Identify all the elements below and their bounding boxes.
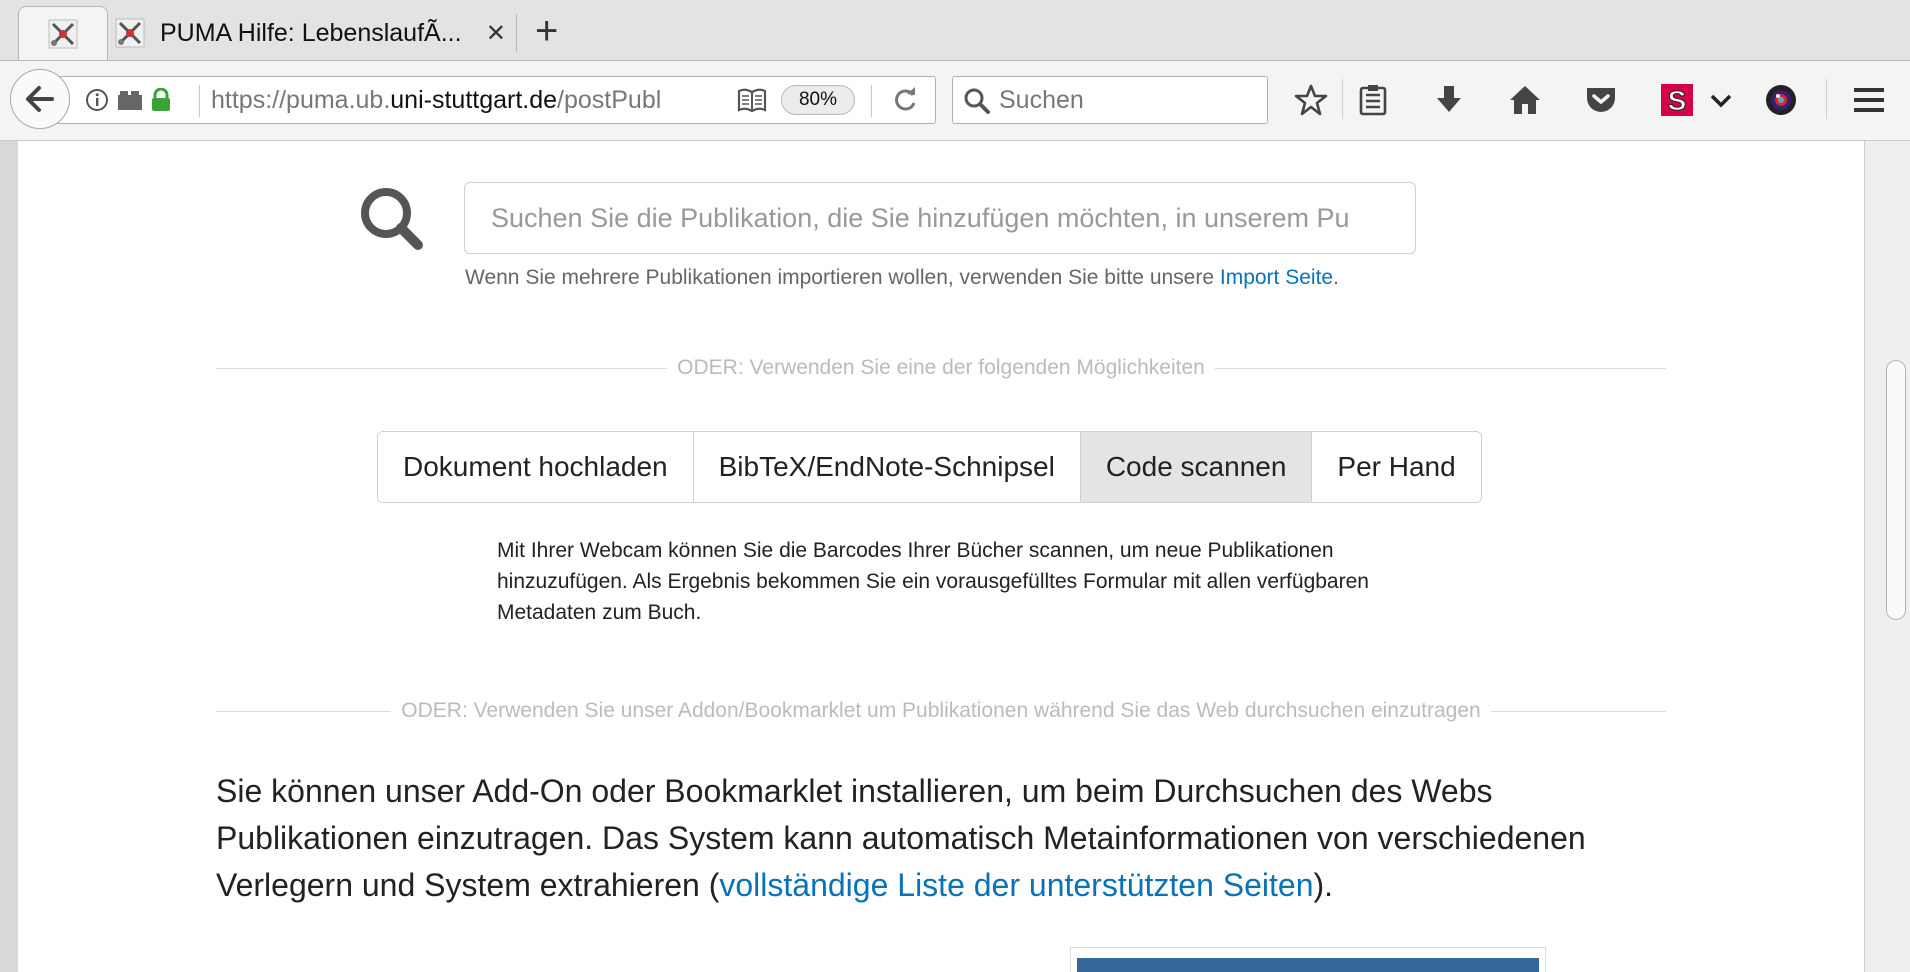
supported-sites-link[interactable]: vollständige Liste der unterstützten Sei… [719,867,1313,903]
zoom-level-button[interactable]: 80% [781,85,855,115]
svg-text:S: S [1668,85,1687,116]
url-separator-2 [871,85,872,117]
close-tab-icon[interactable]: ✕ [486,19,506,48]
import-hint: Wenn Sie mehrere Publikationen importier… [465,266,1339,290]
search-icon [964,88,990,114]
search-placeholder: Suchen [999,86,1084,114]
preview-header-bar [1077,958,1539,972]
bibtex-snippet-button[interactable]: BibTeX/EndNote-Schnipsel [693,432,1081,502]
tab-title: PUMA Hilfe: LebenslaufÃ... [160,18,462,47]
divider-addon-label: ODER: Verwenden Sie unser Addon/Bookmark… [391,699,1491,723]
url-separator [199,85,200,117]
page-left-gutter [0,141,18,972]
addon-paragraph: Sie können unser Add-On oder Bookmarklet… [216,768,1686,909]
storage-icon[interactable] [117,89,143,111]
back-arrow-icon [26,86,54,112]
reader-view-icon[interactable] [737,87,767,113]
url-prefix: https://puma.ub. [211,86,391,114]
addon-text-end: ). [1313,867,1334,903]
divider-options: ODER: Verwenden Sie eine der folgenden M… [216,356,1666,380]
upload-document-button[interactable]: Dokument hochladen [378,432,694,502]
reload-icon[interactable] [891,86,919,114]
navigation-toolbar: https://puma.ub.uni-stuttgart.de/postPub… [0,61,1910,141]
url-domain: uni-stuttgart.de [390,86,558,114]
import-page-link[interactable]: Import Seite [1220,266,1333,289]
new-tab-button[interactable]: + [535,8,558,54]
pocket-icon[interactable] [1582,81,1620,119]
manual-entry-button[interactable]: Per Hand [1312,432,1481,502]
publication-search-input[interactable] [464,182,1416,254]
back-button[interactable] [10,69,70,129]
tab-active[interactable] [18,6,108,60]
search-icon [361,188,423,250]
puma-favicon-icon [47,18,79,50]
download-icon[interactable] [1430,81,1468,119]
hamburger-menu-icon[interactable] [1850,81,1888,119]
web-search-bar[interactable]: Suchen [952,76,1268,124]
toolbar-separator [1826,79,1827,119]
hint-text: Wenn Sie mehrere Publikationen importier… [465,266,1220,289]
url-text[interactable]: https://puma.ub.uni-stuttgart.de/postPub… [211,86,661,115]
bookmarks-menu-icon[interactable] [1354,81,1392,119]
home-icon[interactable] [1506,81,1544,119]
scrollbar-thumb[interactable] [1886,360,1906,620]
scan-description: Mit Ihrer Webcam können Sie die Barcodes… [497,539,1369,624]
camera-lens-icon[interactable] [1762,81,1800,119]
extension-s-icon[interactable]: S [1658,81,1696,119]
puma-favicon-icon [114,17,146,49]
divider-options-label: ODER: Verwenden Sie eine der folgenden M… [667,356,1215,380]
input-method-button-group: Dokument hochladen BibTeX/EndNote-Schnip… [377,431,1482,503]
tab-strip: PUMA Hilfe: LebenslaufÃ... ✕ + [0,0,1910,61]
bookmarklet-preview-image [1070,947,1546,972]
url-bar[interactable]: https://puma.ub.uni-stuttgart.de/postPub… [58,76,936,124]
divider-addon: ODER: Verwenden Sie unser Addon/Bookmark… [216,699,1666,723]
scan-code-button[interactable]: Code scannen [1080,432,1313,502]
info-icon[interactable] [85,88,109,112]
tab-separator [516,14,517,52]
bookmark-star-icon[interactable] [1292,81,1330,119]
url-path: /postPubl [557,86,662,114]
hint-end: . [1333,266,1339,289]
lock-icon[interactable] [151,88,171,112]
toolbar-separator [1342,79,1343,119]
tab-puma-hilfe[interactable]: PUMA Hilfe: LebenslaufÃ... ✕ [110,6,510,60]
chevron-down-icon[interactable] [1704,81,1738,119]
page-content: Wenn Sie mehrere Publikationen importier… [18,141,1864,972]
